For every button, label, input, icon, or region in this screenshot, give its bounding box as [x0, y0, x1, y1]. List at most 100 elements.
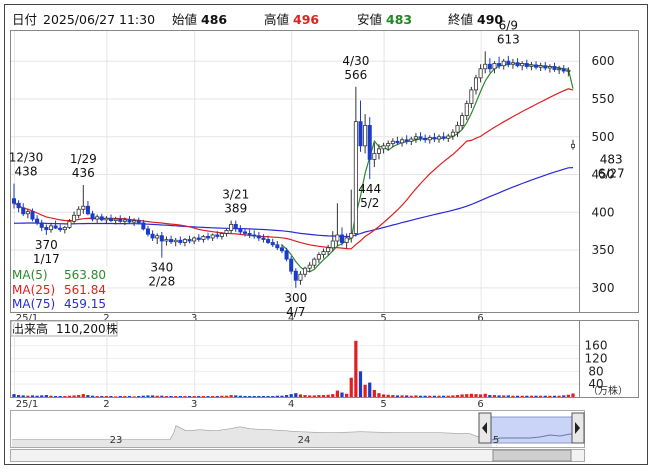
candle-body: [141, 222, 146, 230]
annotation-top-line: 444: [358, 182, 381, 196]
header-date-label: 日付: [12, 12, 37, 27]
scrollbar-thumb[interactable]: [492, 449, 572, 462]
volume-bar: [44, 395, 48, 397]
candle-body: [67, 220, 72, 228]
candle-body: [469, 89, 474, 104]
horizontal-scrollbar[interactable]: [10, 449, 585, 462]
volume-bar: [525, 395, 529, 397]
volume-bar: [446, 395, 450, 397]
volume-bar: [442, 395, 446, 397]
candle-body: [242, 231, 248, 234]
volume-bar: [197, 396, 201, 397]
navigator-right-handle[interactable]: [571, 412, 585, 444]
volume-bar: [247, 396, 252, 397]
candle-body: [524, 63, 529, 67]
candle-body: [25, 211, 30, 215]
candle-body: [358, 121, 363, 147]
volume-bar: [562, 395, 566, 397]
volume-bar: [469, 393, 473, 397]
ma5-label: MA(5): [12, 268, 48, 282]
volume-bar: [169, 396, 173, 397]
volume-bar: [377, 393, 381, 397]
volume-bar: [529, 395, 534, 397]
outer-frame: [4, 4, 648, 465]
annotation-top-line: 4/30: [342, 54, 369, 68]
candle-body: [335, 234, 340, 242]
candle-body: [529, 64, 534, 67]
volume-bar: [137, 396, 141, 397]
volume-bar: [72, 395, 76, 397]
volume-bar: [155, 395, 159, 397]
candle-body: [247, 233, 252, 236]
volume-bar: [474, 394, 478, 397]
candle-body: [307, 264, 312, 269]
header-high-label: 高値: [264, 12, 289, 27]
volume-bar: [358, 371, 363, 397]
price-tick-label: 350: [592, 243, 615, 257]
candle-body: [566, 69, 571, 72]
volume-bar: [502, 395, 506, 397]
volume-bar: [298, 394, 303, 397]
volume-bar: [303, 395, 307, 397]
candle-body: [450, 131, 455, 137]
volume-bar: [123, 396, 127, 397]
volume-bar: [372, 389, 376, 397]
annotation-bottom-line: 1/17: [33, 252, 60, 266]
volume-bar: [132, 396, 136, 397]
volume-bar: [340, 392, 344, 397]
volume-bar: [35, 395, 39, 397]
volume-bar: [488, 395, 492, 397]
volume-bar: [127, 396, 132, 397]
annotation-top-line: 3/21: [222, 188, 249, 202]
volume-bar: [21, 395, 25, 397]
candle-body: [252, 234, 257, 237]
navigator-window[interactable]: [486, 416, 576, 444]
candle-body: [104, 217, 109, 221]
candle-body: [520, 63, 525, 67]
candle-body: [552, 66, 557, 70]
candle-body: [478, 68, 483, 79]
annotation-top-line: 370: [35, 238, 58, 252]
annotation-bottom-line: 438: [15, 165, 38, 179]
volume-bar: [243, 396, 247, 397]
candle-body: [409, 138, 414, 142]
volume-bar: [354, 340, 358, 397]
volume-bar: [566, 394, 570, 397]
volume-bar: [395, 395, 400, 397]
candle-body: [353, 121, 358, 234]
volume-bar: [432, 395, 437, 397]
volume-bar: [224, 395, 229, 397]
volume-bar: [63, 396, 67, 397]
candle-body: [303, 267, 308, 275]
candle-body: [11, 198, 17, 204]
header-open-label: 始値: [172, 12, 197, 27]
candle-body: [210, 234, 215, 239]
header-high-value: 496: [293, 12, 319, 27]
volume-bar: [211, 396, 215, 397]
candle-body: [316, 254, 321, 260]
volume-bar: [164, 396, 169, 397]
annotation-top-line: 300: [284, 291, 307, 305]
annotation-bottom-line: 436: [72, 166, 95, 180]
candle-body: [349, 233, 354, 239]
candle-body: [367, 125, 372, 160]
volume-bar: [515, 395, 520, 397]
candle-body: [182, 239, 187, 243]
candle-body: [395, 140, 400, 144]
volume-unit: （万株）: [588, 384, 628, 397]
volume-bar: [12, 394, 16, 397]
volume-bar: [271, 396, 275, 397]
volume-x-tick-label: 6: [477, 399, 483, 410]
candle-body: [233, 223, 238, 230]
navigator-left-handle[interactable]: [478, 412, 492, 444]
volume-bar: [465, 394, 469, 397]
annotation-bottom-line: 613: [497, 32, 520, 46]
candle-body: [441, 136, 446, 139]
volume-bar: [58, 396, 62, 397]
candle-body: [39, 222, 44, 228]
price-tick-label: 500: [592, 130, 615, 144]
candle-body: [501, 60, 506, 67]
candle-body: [145, 228, 150, 235]
volume-bar: [386, 394, 390, 397]
ma25-label: MA(25): [12, 283, 55, 297]
